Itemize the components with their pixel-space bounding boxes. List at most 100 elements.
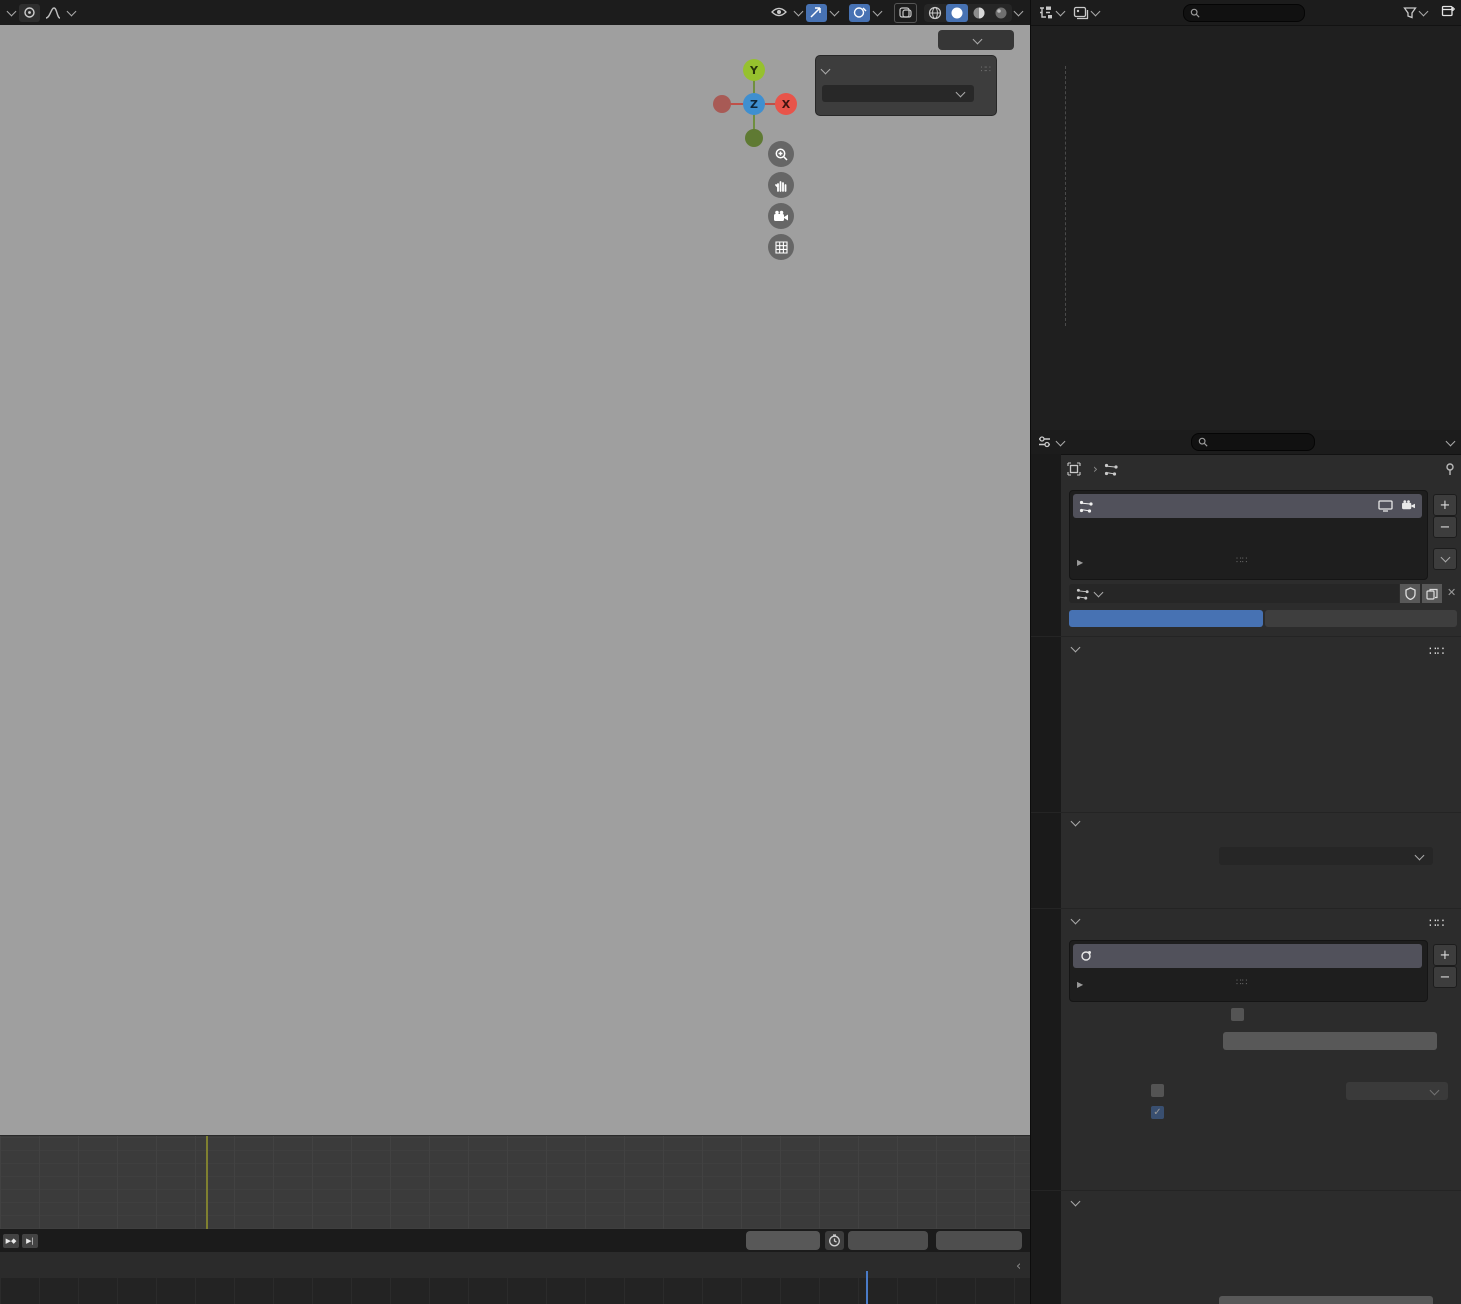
tab-emitter[interactable] — [1069, 610, 1263, 627]
outliner-search-input[interactable] — [1183, 4, 1305, 22]
collapse-icon[interactable] — [821, 64, 831, 74]
remove-particle-system-button[interactable]: − — [1433, 516, 1457, 538]
frame-end-field[interactable] — [936, 1231, 1022, 1250]
breadcrumb: › — [1067, 462, 1125, 476]
proportional-falloff-icon[interactable] — [849, 4, 870, 22]
editor-type-icon[interactable] — [1037, 5, 1067, 20]
display-mode-icon[interactable] — [1073, 6, 1102, 20]
render-enable-icon — [1401, 500, 1416, 512]
cache-list-item[interactable] — [1073, 944, 1422, 968]
secondary-playhead[interactable] — [206, 1136, 208, 1229]
particle-settings-field[interactable] — [1069, 584, 1399, 603]
show-gizmo-icon[interactable] — [768, 4, 791, 22]
shading-mode-group — [924, 4, 1012, 22]
drag-handle[interactable]: ∷∷ — [1429, 916, 1444, 930]
properties-tab-column — [1031, 454, 1061, 1304]
particles-icon — [1079, 500, 1094, 513]
viewport-header — [0, 0, 1030, 26]
particle-specials-button[interactable] — [1433, 548, 1457, 570]
chevron-down-icon[interactable] — [873, 7, 883, 17]
tab-hair[interactable] — [1265, 610, 1457, 627]
search-icon — [1190, 8, 1200, 18]
particle-scene — [0, 25, 1030, 1135]
add-cache-button[interactable]: + — [1433, 944, 1457, 966]
drag-handle[interactable]: ∷∷ — [1429, 644, 1444, 658]
pin-icon[interactable] — [1443, 462, 1457, 476]
viewport-3d[interactable]: Y X Z ∷∷ — [0, 25, 1030, 1135]
chevron-down-icon[interactable] — [67, 7, 77, 17]
add-particle-system-button[interactable]: + — [1433, 494, 1457, 516]
list-expander-icon[interactable]: ▶ — [1077, 980, 1083, 989]
cache-panel-header[interactable] — [1069, 916, 1087, 923]
dopesheet-area[interactable] — [0, 1135, 1030, 1230]
particles-icon — [1076, 588, 1090, 600]
source-panel-header[interactable] — [1069, 818, 1087, 825]
current-frame-field[interactable] — [746, 1231, 820, 1250]
camera-view-icon[interactable] — [768, 203, 794, 229]
use-preview-range-icon[interactable] — [825, 1231, 844, 1250]
viewport-nav-tools — [768, 141, 794, 260]
disk-cache-checkbox[interactable] — [1151, 1084, 1164, 1097]
chevron-down-icon[interactable] — [1446, 436, 1456, 446]
chevron-down-icon[interactable] — [1014, 7, 1024, 17]
proportional-editing-icon[interactable] — [19, 4, 40, 22]
external-checkbox[interactable] — [1231, 1008, 1244, 1021]
cache-step-field[interactable] — [1223, 1032, 1437, 1050]
playhead[interactable] — [866, 1271, 868, 1304]
emit-from-dropdown[interactable] — [1219, 847, 1433, 865]
wireframe-shading-icon[interactable] — [924, 4, 946, 22]
particles-icon — [1104, 463, 1119, 476]
hierarchy-guide — [1065, 66, 1066, 326]
new-copy-icon[interactable] — [1422, 584, 1442, 603]
orthographic-grid-icon[interactable] — [768, 234, 794, 260]
list-drag-handle[interactable]: ∷∷ — [1236, 978, 1247, 988]
drag-handle[interactable]: ∷∷ — [981, 65, 990, 75]
jump-to-end-button[interactable]: ▶| — [22, 1234, 38, 1248]
fake-user-shield-icon[interactable] — [1400, 584, 1420, 603]
properties-editor: › ▶ ∷∷ + − ✕ — [1030, 430, 1461, 1304]
compression-dropdown[interactable] — [1346, 1082, 1448, 1100]
list-drag-handle[interactable]: ∷∷ — [1236, 556, 1247, 566]
navigation-axis-gizmo[interactable]: Y X Z — [708, 58, 800, 150]
material-preview-icon[interactable] — [968, 4, 990, 22]
viewport-display-icon — [1378, 500, 1393, 512]
frame-start-field[interactable] — [848, 1231, 928, 1250]
timeline-ruler[interactable] — [0, 1252, 1030, 1279]
rendered-shading-icon[interactable] — [990, 4, 1012, 22]
new-collection-icon[interactable] — [1441, 4, 1456, 21]
properties-header — [1031, 430, 1461, 455]
velocity-panel-header[interactable] — [1069, 1198, 1087, 1205]
scroll-arrow-icon[interactable]: ‹ — [1016, 1259, 1021, 1274]
play-to-keyframe-button[interactable]: ▶◆ — [3, 1234, 19, 1248]
transform-panel: ∷∷ — [815, 55, 997, 116]
overlays-icon[interactable] — [894, 3, 917, 23]
emission-panel-header[interactable] — [1069, 644, 1087, 651]
editor-type-icon[interactable] — [1037, 435, 1067, 449]
physics-icon — [1079, 949, 1093, 963]
particle-system-list-item[interactable] — [1073, 494, 1422, 518]
properties-search-input[interactable] — [1191, 433, 1315, 451]
filter-icon[interactable] — [1403, 6, 1430, 19]
axis-z-label: Z — [750, 98, 758, 111]
rotation-mode-dropdown[interactable] — [822, 85, 974, 102]
blender-window: Y X Z ∷∷ — [0, 0, 1461, 1304]
chevron-down-icon[interactable] — [7, 7, 17, 17]
timeline-tracks[interactable] — [0, 1278, 1030, 1304]
outliner — [1030, 0, 1461, 430]
search-icon — [1198, 437, 1208, 447]
axis-y-label: Y — [749, 64, 759, 77]
falloff-curve-icon[interactable] — [42, 4, 64, 22]
axis-x-label: X — [782, 98, 791, 111]
remove-cache-button[interactable]: − — [1433, 966, 1457, 988]
zoom-icon[interactable] — [768, 141, 794, 167]
use-library-path-checkbox[interactable]: ✓ — [1151, 1106, 1164, 1119]
unlink-icon[interactable]: ✕ — [1447, 586, 1456, 599]
cutoff-field[interactable] — [1219, 1296, 1433, 1304]
pan-hand-icon[interactable] — [768, 172, 794, 198]
chevron-down-icon[interactable] — [794, 7, 804, 17]
snap-icon[interactable] — [806, 4, 827, 22]
options-button[interactable] — [938, 30, 1014, 50]
list-expander-icon[interactable]: ▶ — [1077, 558, 1083, 567]
solid-shading-icon[interactable] — [946, 4, 968, 22]
chevron-down-icon[interactable] — [830, 7, 840, 17]
